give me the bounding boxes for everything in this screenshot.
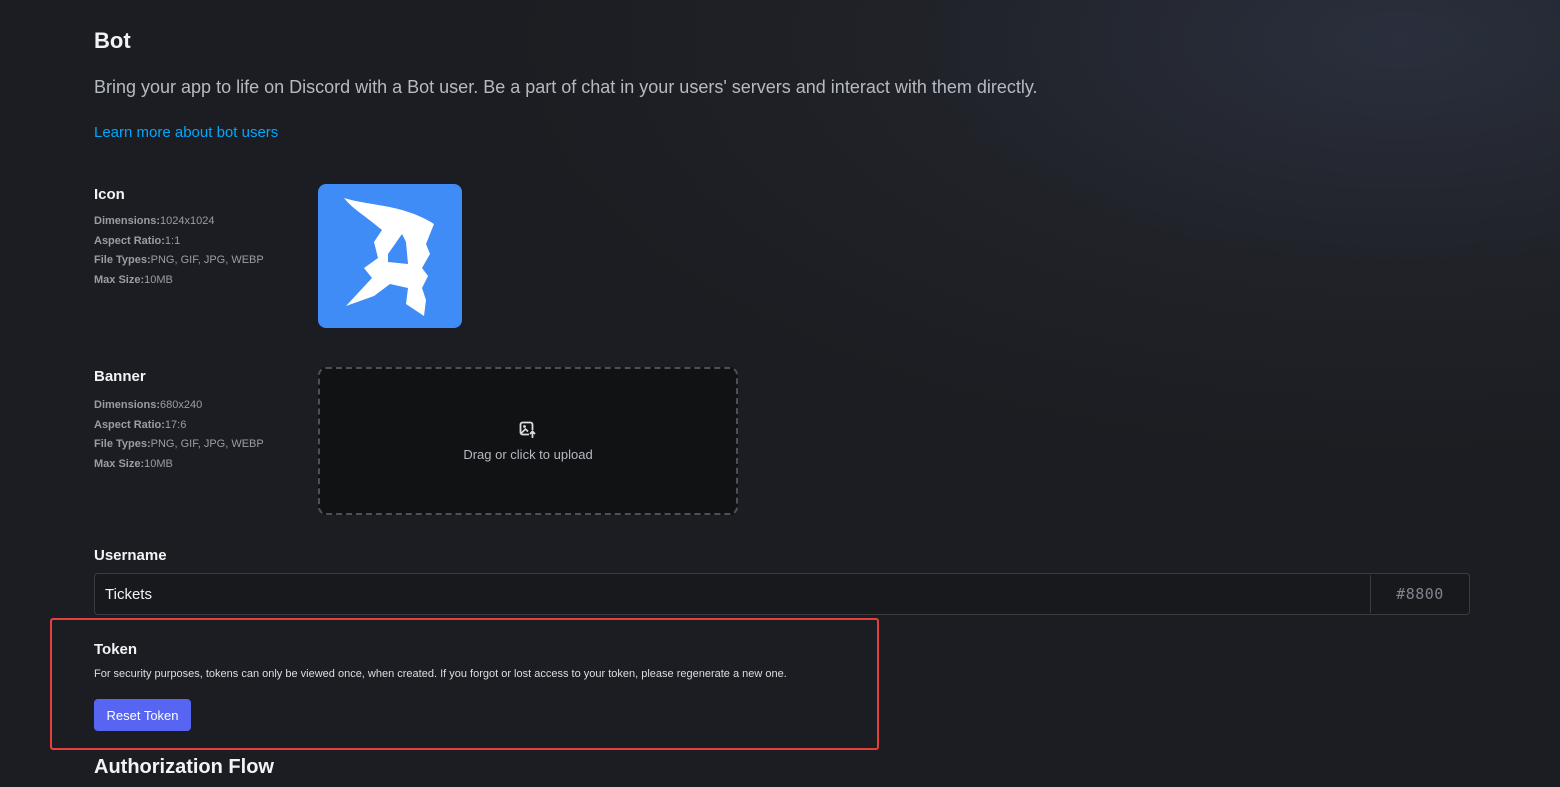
username-field: #8800 — [94, 573, 1470, 615]
token-highlight-box — [50, 618, 879, 750]
icon-maxsize-key: Max Size: — [94, 273, 145, 286]
icon-filetypes-key: File Types: — [94, 254, 151, 266]
bot-avatar-logo — [344, 198, 434, 316]
page-subtitle: Bring your app to life on Discord with a… — [94, 77, 1038, 97]
username-input[interactable] — [95, 575, 1370, 613]
icon-aspect-value: 1:1 — [164, 234, 181, 247]
icon-filetypes-value: PNG, GIF, JPG, WEBP — [150, 254, 264, 266]
icon-dimensions-value: 1024x1024 — [160, 215, 215, 227]
banner-maxsize-value: 10MB — [144, 457, 173, 470]
banner-aspect-value: 17:6 — [164, 418, 187, 431]
icon-label: Icon — [94, 186, 125, 203]
banner-meta: Dimensions:680x240 Aspect Ratio:17:6 Fil… — [94, 396, 294, 474]
page-title: Bot — [94, 28, 131, 53]
banner-label: Banner — [94, 368, 146, 385]
banner-upload-dropzone[interactable]: Drag or click to upload — [318, 367, 738, 515]
discriminator: #8800 — [1370, 575, 1469, 613]
banner-info: Banner Dimensions:680x240 Aspect Ratio:1… — [94, 368, 294, 474]
username-label: Username — [94, 547, 167, 564]
banner-filetypes-value: PNG, GIF, JPG, WEBP — [150, 438, 264, 450]
upload-text: Drag or click to upload — [463, 446, 593, 462]
banner-dimensions-key: Dimensions: — [94, 399, 161, 411]
learn-more-link[interactable]: Learn more about bot users — [94, 124, 278, 141]
banner-aspect-key: Aspect Ratio: — [94, 418, 165, 431]
icon-meta: Dimensions:1024x1024 Aspect Ratio:1:1 Fi… — [94, 212, 294, 290]
icon-aspect-key: Aspect Ratio: — [94, 234, 165, 247]
banner-dimensions-value: 680x240 — [160, 399, 203, 411]
icon-maxsize-value: 10MB — [144, 273, 173, 286]
banner-filetypes-key: File Types: — [94, 438, 151, 450]
banner-maxsize-key: Max Size: — [94, 457, 145, 470]
authorization-flow-title: Authorization Flow — [94, 756, 274, 778]
image-upload-icon — [519, 421, 536, 438]
icon-dimensions-key: Dimensions: — [94, 215, 161, 227]
icon-info: Icon Dimensions:1024x1024 Aspect Ratio:1… — [94, 186, 294, 290]
bot-avatar-upload[interactable] — [318, 184, 462, 328]
